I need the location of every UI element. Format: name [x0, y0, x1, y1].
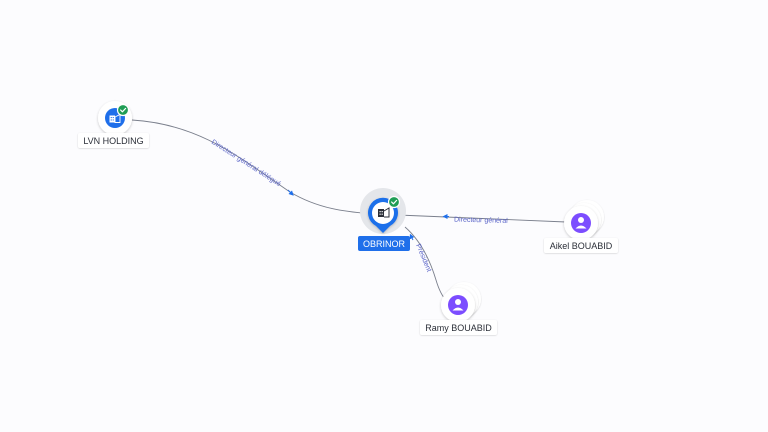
edge-arrow-icon — [287, 189, 294, 196]
edge-label: Directeur général délégué — [210, 139, 282, 188]
relationship-graph: Directeur général délégué Directeur géné… — [0, 0, 768, 432]
edge-person-2-to-center[interactable]: Président — [404, 226, 447, 301]
node-person-2[interactable]: Ramy BOUABID — [420, 282, 497, 335]
edge-label: Directeur général — [454, 217, 508, 225]
node-person-1[interactable]: Aikel BOUABID — [544, 200, 618, 253]
node-label: OBRINOR — [363, 239, 406, 249]
edge-label: Président — [414, 243, 432, 273]
person-icon — [571, 213, 591, 233]
node-label: LVN HOLDING — [83, 136, 143, 146]
person-icon — [448, 295, 468, 315]
edge-person-1-to-center[interactable]: Directeur général — [397, 214, 567, 225]
node-center[interactable]: OBRINOR — [358, 188, 410, 251]
verified-check-icon — [116, 103, 130, 117]
edge-arrow-icon — [409, 233, 415, 241]
verified-check-icon — [387, 195, 401, 209]
node-label: Aikel BOUABID — [550, 241, 613, 251]
edge-company-to-center[interactable]: Directeur général délégué — [131, 119, 373, 215]
node-company[interactable]: LVN HOLDING — [78, 101, 149, 148]
node-label: Ramy BOUABID — [425, 323, 492, 333]
